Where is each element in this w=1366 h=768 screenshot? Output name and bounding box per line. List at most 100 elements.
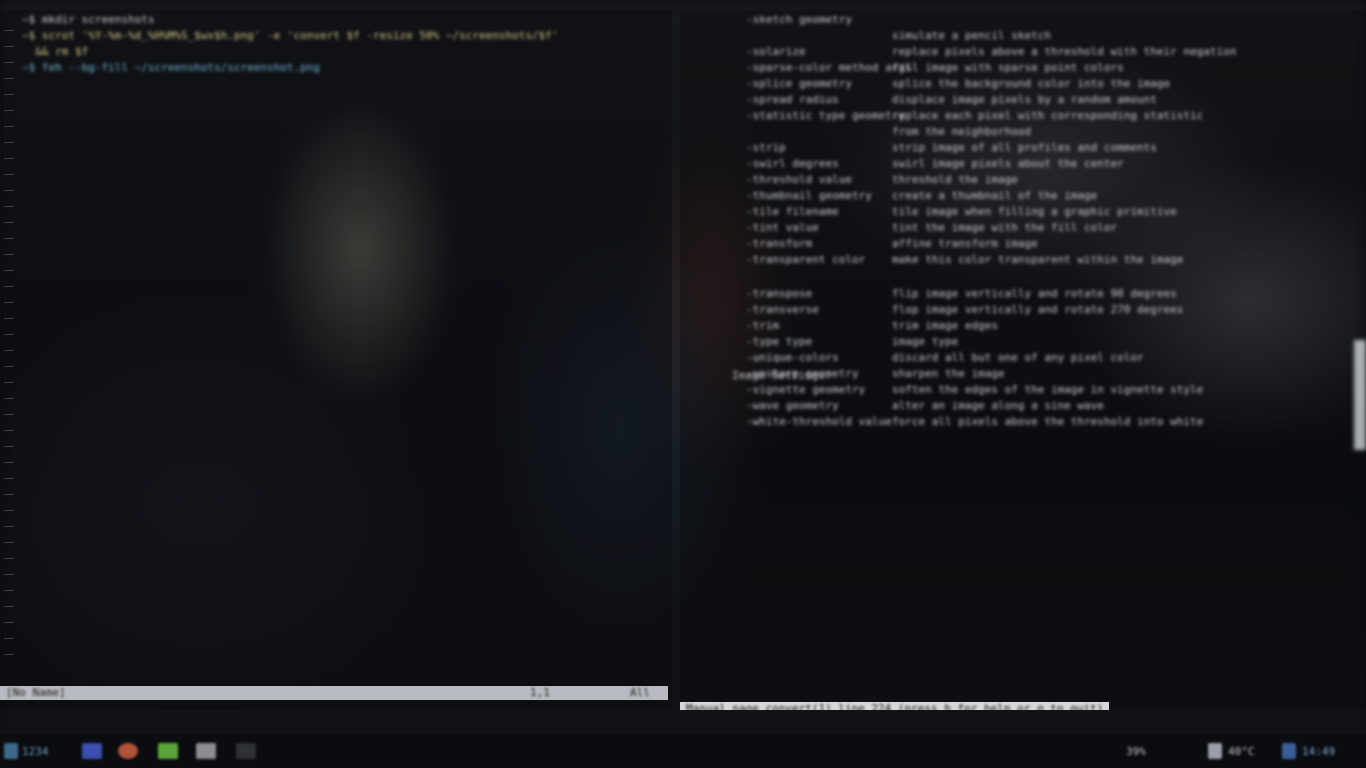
battery-indicator: 39% (1126, 744, 1146, 758)
gutter-tick (4, 430, 14, 431)
gutter-tick (4, 142, 14, 143)
editor-statusline: [No Name] 1,1 All (0, 686, 668, 700)
man-option-description: alter an image along a sine wave (892, 399, 1104, 412)
man-option-description: discard all but one of any pixel color (892, 351, 1144, 364)
gutter-tick (4, 398, 14, 399)
gutter-tick (4, 590, 14, 591)
gutter-tick (4, 494, 14, 495)
statusline-scroll: All (630, 686, 650, 699)
man-option: -wave geometry (746, 399, 839, 412)
section-header: Image Settings: (732, 369, 832, 382)
man-option: -thumbnail geometry (746, 189, 872, 202)
man-option: -white-threshold value (746, 415, 892, 428)
temperature-indicator: 40°C (1228, 744, 1255, 758)
man-option-description: trim image edges (892, 319, 998, 332)
man-option: -vignette geometry (746, 383, 866, 396)
gutter-tick (4, 462, 14, 463)
clock-icon (1282, 743, 1296, 759)
speaker-icon[interactable] (4, 743, 18, 759)
gutter-tick (4, 62, 14, 63)
man-option: -statistic type geometry (746, 109, 905, 122)
man-option-description: flip image vertically and rotate 90 degr… (892, 287, 1177, 300)
man-option-description: displace image pixels by a random amount (892, 93, 1157, 106)
gutter-tick (4, 638, 14, 639)
man-option-description: from the neighborhood (892, 125, 1032, 138)
man-option-description: tint the image with the fill color (892, 221, 1118, 234)
man-option-description: create a thumbnail of the image (892, 189, 1098, 202)
search-icon[interactable] (118, 743, 138, 759)
man-option-description: strip image of all profiles and comments (892, 141, 1157, 154)
man-option: -trim (746, 319, 780, 332)
man-status-text: Manual page convert(1) line 224 (press h… (686, 702, 1104, 710)
man-option-description: make this color transparent within the i… (892, 253, 1184, 266)
gutter-tick (4, 270, 14, 271)
man-option: -transpose (746, 287, 813, 300)
man-option-description: swirl image pixels about the center (892, 157, 1124, 170)
gutter-tick (4, 158, 14, 159)
gutter-tick (4, 126, 14, 127)
statusline-position: 1,1 (530, 686, 550, 699)
gutter-tick (4, 574, 14, 575)
gutter-tick (4, 510, 14, 511)
gutter-tick (4, 318, 14, 319)
man-option: -splice geometry (746, 77, 852, 90)
man-option: -transverse (746, 303, 819, 316)
gutter-tick (4, 30, 14, 31)
line-gutter (0, 10, 22, 686)
man-option: -type type (746, 335, 813, 348)
man-option-description: simulate a pencil sketch (892, 29, 1051, 42)
man-option-description: tile image when filling a graphic primit… (892, 205, 1177, 218)
gutter-tick (4, 254, 14, 255)
right-terminal-pane[interactable]: -sketch geometry simulate a pencil sketch… (680, 10, 1366, 710)
gutter-tick (4, 654, 14, 655)
gutter-tick (4, 558, 14, 559)
man-option-description: replace pixels above a threshold with th… (892, 45, 1237, 58)
gutter-tick (4, 206, 14, 207)
code-line: ~$ feh --bg-fill ~/screenshots/screensho… (22, 61, 321, 74)
man-option-description: image type (892, 335, 959, 348)
gutter-tick (4, 238, 14, 239)
app-icon[interactable] (82, 743, 102, 759)
man-option: -threshold value (746, 173, 852, 186)
gutter-tick (4, 414, 14, 415)
man-option-description: splice the background color into the ima… (892, 77, 1171, 90)
man-option: -tint value (746, 221, 819, 234)
app-icon[interactable] (158, 743, 178, 759)
left-terminal-pane[interactable]: ~$ mkdir screenshots ~$ scrot '%Y-%m-%d_… (0, 10, 672, 710)
app-icon[interactable] (196, 743, 216, 759)
man-option: -solarize (746, 45, 806, 58)
man-option: -strip (746, 141, 786, 154)
clock: 14:49 (1302, 744, 1336, 758)
gutter-tick (4, 350, 14, 351)
settings-icon[interactable] (236, 743, 256, 759)
gutter-tick (4, 382, 14, 383)
man-option: -unique-colors (746, 351, 839, 364)
man-option-description: fill image with sparse point colors (892, 61, 1124, 74)
man-option-description: affine transform image (892, 237, 1038, 250)
workspace-indicator[interactable]: 1234 (22, 745, 49, 758)
gutter-tick (4, 446, 14, 447)
gutter-tick (4, 78, 14, 79)
man-option: -spread radius (746, 93, 839, 106)
gutter-tick (4, 46, 14, 47)
gutter-tick (4, 366, 14, 367)
man-option-description: flop image vertically and rotate 270 deg… (892, 303, 1184, 316)
man-option: -transparent color (746, 253, 866, 266)
man-option: -sparse-color method args (746, 61, 912, 74)
code-line: ~$ mkdir screenshots (22, 13, 155, 26)
man-option-description: replace each pixel with corresponding st… (892, 109, 1204, 122)
gutter-tick (4, 222, 14, 223)
man-page-status: Manual page convert(1) line 224 (press h… (680, 702, 1110, 710)
statusline-file: [No Name] (6, 686, 66, 699)
man-option: -sketch geometry (746, 13, 852, 26)
gutter-tick (4, 526, 14, 527)
gutter-tick (4, 606, 14, 607)
gutter-tick (4, 302, 14, 303)
man-option: -transform (746, 237, 813, 250)
man-option-description: sharpen the image (892, 367, 1005, 380)
man-option: -swirl degrees (746, 157, 839, 170)
gutter-tick (4, 174, 14, 175)
gutter-tick (4, 286, 14, 287)
code-line: ~$ scrot '%Y-%m-%d_%H%M%S_$wx$h.png' -e … (22, 29, 559, 42)
gutter-tick (4, 94, 14, 95)
